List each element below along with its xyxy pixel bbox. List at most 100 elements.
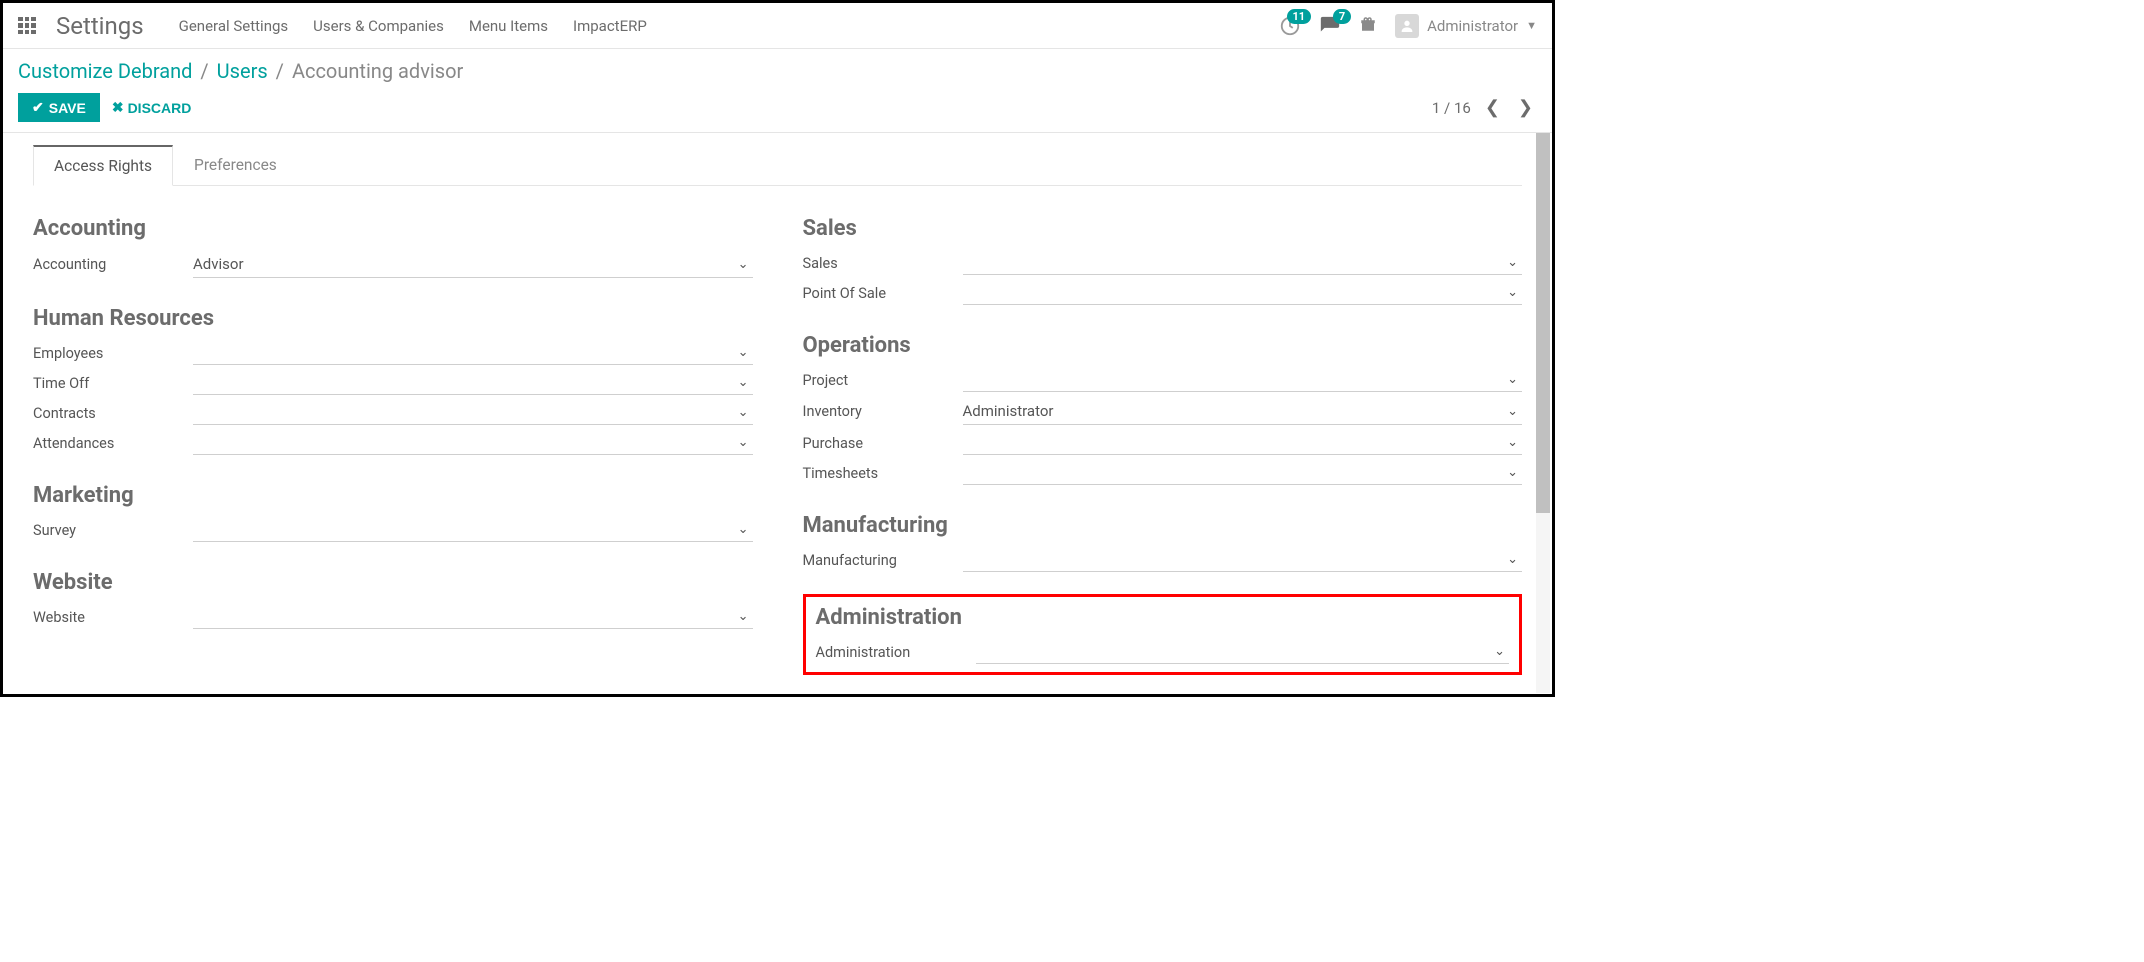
chevron-down-icon: ⌄ [738, 257, 753, 272]
select-project[interactable]: ⌄ [963, 368, 1523, 392]
breadcrumb-sep: / [276, 59, 284, 83]
chevron-down-icon: ⌄ [1507, 372, 1522, 387]
messages-badge: 7 [1333, 9, 1351, 24]
group-accounting: AccountingAccountingAdvisor⌄ [33, 216, 753, 278]
field-label: Purchase [803, 435, 963, 452]
field-label: Survey [33, 522, 193, 539]
chevron-down-icon: ⌄ [738, 522, 753, 537]
select-value: Advisor [193, 255, 244, 273]
group-title: Accounting [33, 216, 753, 241]
field-row: Contracts ⌄ [33, 401, 753, 425]
field-label: Employees [33, 345, 193, 362]
select-accounting[interactable]: Advisor ⌄ [193, 251, 753, 278]
chevron-down-icon: ⌄ [1507, 285, 1522, 300]
field-label: Administration [816, 644, 976, 661]
pager: 1 / 16 ❮ ❯ [1432, 97, 1537, 118]
activity-icon[interactable]: 11 [1279, 15, 1301, 37]
discard-label: DISCARD [128, 100, 192, 116]
select-inventory[interactable]: Administrator ⌄ [963, 398, 1523, 425]
select-attendances[interactable]: ⌄ [193, 431, 753, 455]
chevron-down-icon: ▼ [1526, 19, 1537, 32]
breadcrumb-sep: / [200, 59, 208, 83]
field-row: Website ⌄ [33, 605, 753, 629]
select-sales[interactable]: ⌄ [963, 251, 1523, 275]
field-row: Attendances ⌄ [33, 431, 753, 455]
chevron-down-icon: ⌄ [738, 405, 753, 420]
activity-badge: 11 [1287, 9, 1312, 24]
select-point-of-sale[interactable]: ⌄ [963, 281, 1523, 305]
left-column: AccountingAccountingAdvisor⌄Human Resour… [33, 216, 753, 693]
breadcrumb-current: Accounting advisor [292, 59, 463, 83]
pager-next[interactable]: ❯ [1514, 97, 1537, 118]
save-button[interactable]: ✔ SAVE [18, 93, 100, 122]
discard-button[interactable]: ✖ DISCARD [112, 99, 192, 116]
group-title: Website [33, 570, 753, 595]
chevron-down-icon: ⌄ [738, 609, 753, 624]
select-administration[interactable]: ⌄ [976, 640, 1510, 664]
pager-prev[interactable]: ❮ [1481, 97, 1504, 118]
field-row: Administration⌄ [816, 640, 1510, 664]
field-row: Manufacturing⌄ [803, 548, 1523, 572]
group-title: Sales [803, 216, 1523, 241]
select-survey[interactable]: ⌄ [193, 518, 753, 542]
nav-users-companies[interactable]: Users & Companies [313, 17, 444, 35]
group-title: Operations [803, 333, 1523, 358]
chevron-down-icon: ⌄ [738, 375, 753, 390]
chevron-down-icon: ⌄ [738, 435, 753, 450]
group-sales: Sales Sales⌄ Point Of Sale⌄ [803, 216, 1523, 305]
field-row: Purchase⌄ [803, 431, 1523, 455]
tabs: Access Rights Preferences [33, 145, 1522, 186]
group-title: Human Resources [33, 306, 753, 331]
breadcrumb-customize-debrand[interactable]: Customize Debrand [18, 59, 192, 83]
chevron-down-icon: ⌄ [738, 345, 753, 360]
chevron-down-icon: ⌄ [1507, 404, 1522, 419]
select-employees[interactable]: ⌄ [193, 341, 753, 365]
field-row: Sales⌄ [803, 251, 1523, 275]
tab-access-rights[interactable]: Access Rights [33, 145, 173, 186]
messages-icon[interactable]: 7 [1319, 15, 1341, 37]
select-contracts[interactable]: ⌄ [193, 401, 753, 425]
user-avatar-icon [1395, 14, 1419, 38]
select-purchase[interactable]: ⌄ [963, 431, 1523, 455]
breadcrumb: Customize Debrand / Users / Accounting a… [18, 59, 1537, 83]
apps-grid-icon[interactable] [18, 17, 36, 35]
right-column: Sales Sales⌄ Point Of Sale⌄ Operations Proje… [803, 216, 1523, 693]
scrollbar-thumb[interactable] [1536, 133, 1550, 513]
tab-preferences[interactable]: Preferences [173, 145, 298, 185]
select-time-off[interactable]: ⌄ [193, 371, 753, 395]
select-timesheets[interactable]: ⌄ [963, 461, 1523, 485]
chevron-down-icon: ⌄ [1507, 465, 1522, 480]
field-row: Employees ⌄ [33, 341, 753, 365]
group-title: Manufacturing [803, 513, 1523, 538]
chevron-down-icon: ⌄ [1507, 255, 1522, 270]
field-label: Attendances [33, 435, 193, 452]
group-title: Administration [816, 605, 1510, 630]
field-row: Survey ⌄ [33, 518, 753, 542]
field-label: Inventory [803, 403, 963, 420]
field-row: Point Of Sale⌄ [803, 281, 1523, 305]
gift-icon[interactable] [1359, 15, 1377, 37]
field-label: Time Off [33, 375, 193, 392]
field-row: Project⌄ [803, 368, 1523, 392]
field-label: Accounting [33, 256, 193, 273]
select-website[interactable]: ⌄ [193, 605, 753, 629]
user-name: Administrator [1427, 17, 1518, 35]
nav-general-settings[interactable]: General Settings [179, 17, 289, 35]
breadcrumb-users[interactable]: Users [217, 59, 268, 83]
field-label: Timesheets [803, 465, 963, 482]
select-manufacturing[interactable]: ⌄ [963, 548, 1523, 572]
group-title: Marketing [33, 483, 753, 508]
nav-menu-items[interactable]: Menu Items [469, 17, 548, 35]
nav-impacterp[interactable]: ImpactERP [573, 17, 647, 35]
field-label: Contracts [33, 405, 193, 422]
top-navbar: Settings General Settings Users & Compan… [3, 3, 1552, 49]
select-value: Administrator [963, 402, 1054, 420]
field-label: Website [33, 609, 193, 626]
group-website: Website Website ⌄ [33, 570, 753, 629]
save-label: SAVE [49, 100, 86, 116]
pager-text: 1 / 16 [1432, 99, 1471, 117]
group-operations: Operations Project⌄ InventoryAdministrator… [803, 333, 1523, 485]
field-label: Manufacturing [803, 552, 963, 569]
user-menu[interactable]: Administrator ▼ [1395, 14, 1537, 38]
close-icon: ✖ [112, 99, 124, 116]
